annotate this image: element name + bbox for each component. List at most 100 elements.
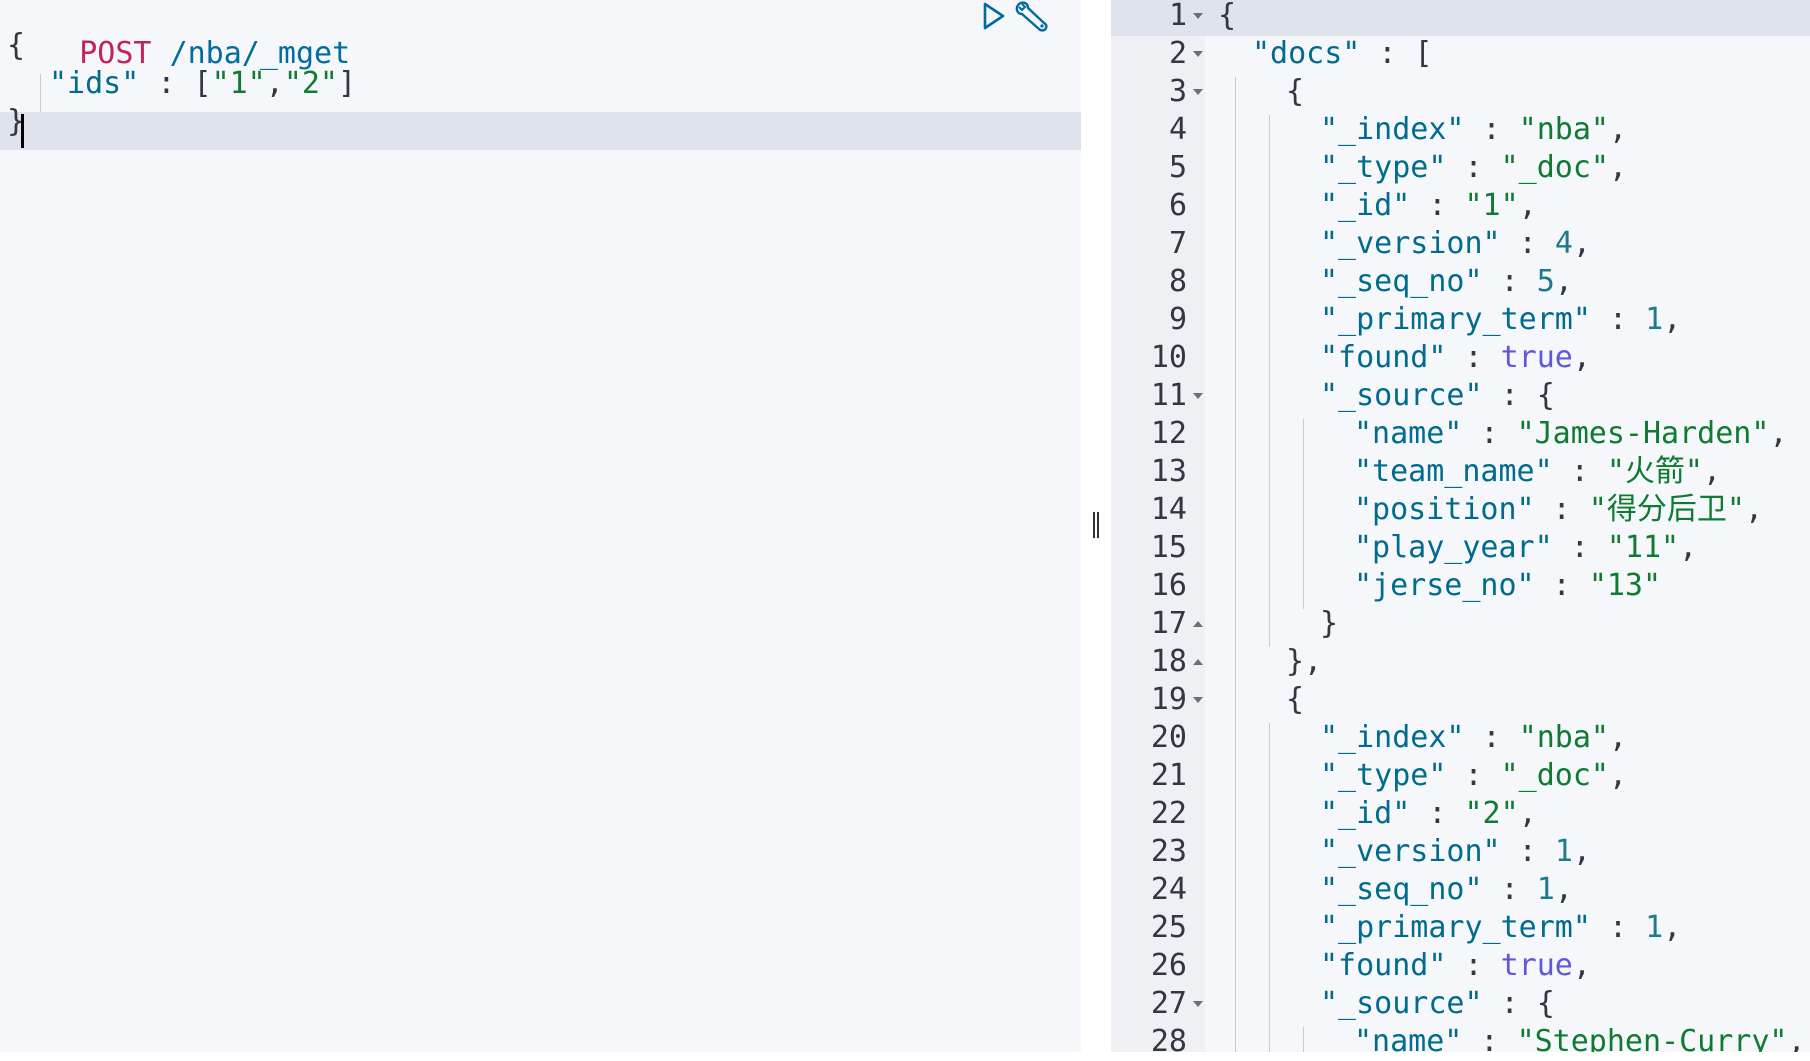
code-line: "name" : "James-Harden", — [1354, 415, 1788, 453]
json-key: "name" — [1354, 1024, 1463, 1052]
line-number: 13 — [1150, 454, 1187, 489]
code-punctuation: : — [1462, 416, 1517, 451]
json-key: "_id" — [1320, 188, 1411, 223]
code-line: "_version" : 1, — [1320, 833, 1591, 871]
code-punctuation: , — [1663, 302, 1682, 337]
code-punctuation: : — [1500, 834, 1555, 869]
json-string: "火箭" — [1606, 454, 1703, 489]
code-line: "team_name" : "火箭", — [1354, 453, 1721, 491]
code-punctuation: : — [1410, 796, 1465, 831]
line-number: 5 — [1168, 150, 1187, 185]
code-punctuation: , — [1609, 150, 1628, 185]
code-punctuation: , — [1609, 112, 1628, 147]
json-string: "2" — [283, 66, 338, 101]
unfold-toggle-icon[interactable] — [1193, 621, 1203, 627]
code-punctuation: : — [1590, 302, 1646, 337]
code-punctuation: : — [1464, 112, 1519, 147]
code-punctuation: : — [1462, 1024, 1517, 1052]
code-punctuation: , — [1663, 910, 1682, 945]
line-number: 11 — [1150, 378, 1187, 413]
json-number: 1 — [1645, 302, 1664, 337]
code-line[interactable]: { — [7, 27, 25, 65]
fold-toggle-icon[interactable] — [1193, 89, 1203, 95]
line-number: 20 — [1150, 720, 1187, 755]
code-punctuation: : [ — [139, 66, 212, 101]
json-number: 1 — [1645, 910, 1664, 945]
code-line: "play_year" : "11", — [1354, 529, 1697, 567]
code-line: "_seq_no" : 5, — [1320, 263, 1573, 301]
vertical-grip-icon[interactable] — [1091, 512, 1101, 538]
code-punctuation: : — [1446, 150, 1501, 185]
json-key: "play_year" — [1354, 530, 1553, 565]
code-line[interactable]: "ids" : ["1","2"] — [49, 65, 356, 103]
code-punctuation: , — [265, 66, 284, 101]
code-line: "_type" : "_doc", — [1320, 149, 1627, 187]
json-string: "_doc" — [1500, 758, 1609, 793]
json-key: "jerse_no" — [1354, 568, 1535, 603]
code-punctuation: , — [1609, 720, 1628, 755]
code-punctuation: : — [1590, 910, 1646, 945]
fold-toggle-icon[interactable] — [1193, 1001, 1203, 1007]
json-key: "_type" — [1320, 150, 1447, 185]
code-punctuation: : — [1552, 530, 1607, 565]
code-punctuation: : { — [1482, 986, 1555, 1021]
unfold-toggle-icon[interactable] — [1193, 659, 1203, 665]
code-punctuation: , — [1744, 492, 1763, 527]
request-line[interactable]: POST /nba/_mget — [7, 0, 350, 71]
json-string: "11" — [1606, 530, 1680, 565]
code-punctuation: : — [1552, 454, 1607, 489]
code-punctuation: , — [1679, 530, 1698, 565]
code-line: "_id" : "2", — [1320, 795, 1537, 833]
code-line: "_seq_no" : 1, — [1320, 871, 1573, 909]
code-line: "_primary_term" : 1, — [1320, 301, 1681, 339]
code-punctuation: , — [1518, 796, 1537, 831]
fold-toggle-icon[interactable] — [1193, 697, 1203, 703]
line-number: 3 — [1168, 74, 1187, 109]
json-key: "_index" — [1320, 112, 1465, 147]
code-punctuation: }, — [1286, 644, 1323, 679]
code-punctuation: } — [1320, 606, 1339, 641]
code-punctuation: { — [1218, 0, 1237, 33]
json-string: "1" — [1464, 188, 1519, 223]
wrench-icon[interactable] — [1013, 0, 1053, 34]
fold-toggle-icon[interactable] — [1193, 51, 1203, 57]
json-key: "_version" — [1320, 226, 1501, 261]
line-number: 10 — [1150, 340, 1187, 375]
play-icon[interactable] — [979, 0, 1009, 34]
indent-guide — [1303, 1027, 1304, 1052]
code-line: } — [1320, 605, 1338, 643]
code-punctuation: { — [7, 28, 26, 63]
request-editor[interactable]: POST /nba/_mget {"ids" : ["1","2"]} — [0, 0, 1081, 1060]
json-key: "_seq_no" — [1320, 264, 1483, 299]
json-number: 1 — [1554, 834, 1573, 869]
json-string: "2" — [1464, 796, 1519, 831]
active-line-highlight — [0, 112, 1081, 150]
response-viewer[interactable]: 1 2 3 4 5 6 7 8 9 10 11 12 13 14 15 16 17 18 19 20 21 22 23 24 2… — [1111, 0, 1810, 1059]
line-number: 4 — [1168, 112, 1187, 147]
line-number: 23 — [1150, 834, 1187, 869]
json-boolean: true — [1500, 948, 1573, 983]
pane-resizer[interactable] — [1081, 0, 1111, 1060]
code-line: "_id" : "1", — [1320, 187, 1537, 225]
code-punctuation: : — [1446, 758, 1501, 793]
code-line: "jerse_no" : "13" — [1354, 567, 1661, 605]
indent-guide — [1269, 723, 1270, 1052]
line-number: 1 — [1168, 0, 1187, 33]
code-punctuation: : — [1446, 340, 1501, 375]
fold-toggle-icon[interactable] — [1193, 13, 1203, 19]
fold-toggle-icon[interactable] — [1193, 393, 1203, 399]
code-punctuation: ] — [338, 66, 357, 101]
code-line: }, — [1286, 643, 1322, 681]
code-punctuation: , — [1572, 834, 1591, 869]
code-punctuation: { — [1286, 682, 1305, 717]
code-line: "found" : true, — [1320, 339, 1591, 377]
code-punctuation: : — [1410, 188, 1465, 223]
code-punctuation: , — [1572, 226, 1591, 261]
code-line: "_index" : "nba", — [1320, 111, 1627, 149]
code-punctuation: : — [1464, 720, 1519, 755]
json-key: "_source" — [1320, 378, 1483, 413]
line-number: 25 — [1150, 910, 1187, 945]
code-line: "_source" : { — [1320, 377, 1555, 415]
line-number: 7 — [1168, 226, 1187, 261]
code-punctuation: : — [1482, 872, 1537, 907]
